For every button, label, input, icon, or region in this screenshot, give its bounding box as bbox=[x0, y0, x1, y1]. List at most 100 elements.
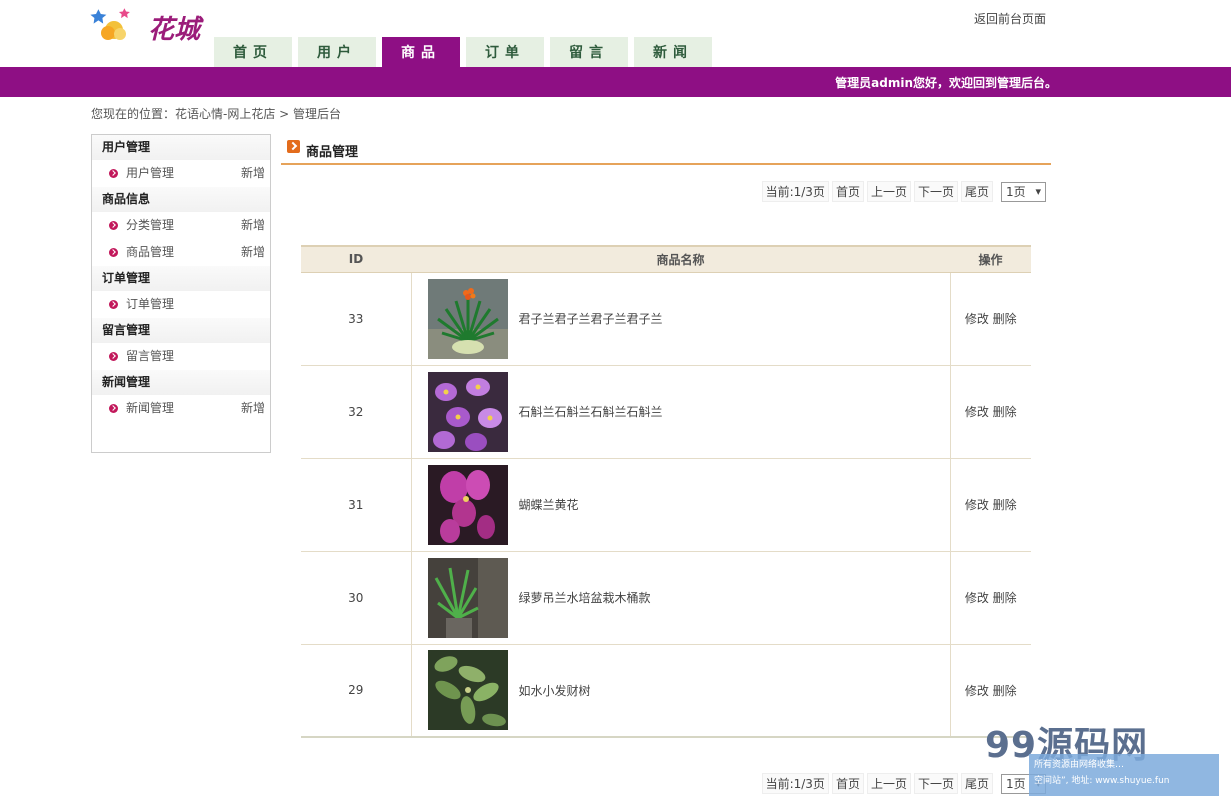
last-page-link[interactable]: 尾页 bbox=[960, 181, 993, 202]
arrow-bullet-icon bbox=[109, 248, 118, 257]
section-arrow-icon bbox=[287, 140, 300, 153]
product-id: 33 bbox=[301, 272, 412, 366]
delete-link[interactable]: 删除 bbox=[993, 405, 1017, 419]
breadcrumb-separator: > bbox=[275, 107, 294, 121]
product-id: 31 bbox=[301, 458, 412, 552]
table-row: 33 君子兰君子兰君子兰君子兰 修改 删除 bbox=[301, 272, 1031, 366]
arrow-bullet-icon bbox=[109, 352, 118, 361]
sidebar-item-product-manage[interactable]: 商品管理 新增 bbox=[92, 239, 270, 266]
product-name: 绿萝吊兰水培盆栽木桶款 bbox=[518, 591, 651, 605]
nav-tab-news[interactable]: 新闻 bbox=[634, 37, 712, 67]
table-row: 32 石斛兰石斛兰石斛兰石斛兰 修改 删除 bbox=[301, 365, 1031, 459]
table-header-row: ID 商品名称 操作 bbox=[301, 245, 1031, 273]
sidebar-item-label[interactable]: 商品管理 bbox=[126, 245, 174, 259]
admin-page: 花城 返回前台页面 首页 用户 商品 订单 留言 新闻 管理员admin您好，欢… bbox=[0, 0, 1231, 800]
prev-page-link[interactable]: 上一页 bbox=[866, 773, 911, 794]
site-logo[interactable]: 花城 bbox=[90, 6, 215, 48]
breadcrumb: 您现在的位置：花语心情-网上花店 > 管理后台 bbox=[91, 105, 341, 122]
main-nav: 首页 用户 商品 订单 留言 新闻 bbox=[214, 37, 718, 67]
edit-link[interactable]: 修改 bbox=[965, 684, 989, 698]
edit-link[interactable]: 修改 bbox=[965, 591, 989, 605]
sidebar-item-label[interactable]: 分类管理 bbox=[126, 218, 174, 232]
edit-link[interactable]: 修改 bbox=[965, 405, 989, 419]
breadcrumb-current: 管理后台 bbox=[293, 107, 342, 121]
row-actions: 修改 删除 bbox=[950, 365, 1031, 459]
product-name: 石斛兰石斛兰石斛兰石斛兰 bbox=[518, 405, 663, 419]
edit-link[interactable]: 修改 bbox=[965, 498, 989, 512]
arrow-bullet-icon bbox=[109, 404, 118, 413]
column-header-actions: 操作 bbox=[950, 245, 1031, 273]
sidebar-group-users: 用户管理 bbox=[92, 135, 270, 160]
column-header-name: 商品名称 bbox=[411, 245, 950, 273]
sidebar-item-news-manage[interactable]: 新闻管理 新增 bbox=[92, 395, 270, 422]
sidebar-item-category-manage[interactable]: 分类管理 新增 bbox=[92, 212, 270, 239]
sidebar-add-category-link[interactable]: 新增 bbox=[241, 212, 265, 239]
sidebar-item-label[interactable]: 新闻管理 bbox=[126, 401, 174, 415]
table-row: 29 如水小发财树 修改 删除 bbox=[301, 644, 1031, 738]
page-indicator: 当前:1/3页 bbox=[761, 181, 829, 202]
sidebar-add-news-link[interactable]: 新增 bbox=[241, 395, 265, 422]
next-page-link[interactable]: 下一页 bbox=[913, 773, 958, 794]
clivia-flower-image bbox=[427, 278, 508, 359]
delete-link[interactable]: 删除 bbox=[993, 684, 1017, 698]
header-banner: 管理员admin您好，欢迎回到管理后台。 bbox=[0, 67, 1231, 97]
nav-tab-users[interactable]: 用户 bbox=[298, 37, 376, 67]
sidebar-group-products: 商品信息 bbox=[92, 187, 270, 212]
watermark-line-1: 所有资源由网络收集… bbox=[1034, 760, 1125, 770]
back-to-frontend-link[interactable]: 返回前台页面 bbox=[974, 10, 1046, 27]
sidebar-item-user-manage[interactable]: 用户管理 新增 bbox=[92, 160, 270, 187]
sidebar-add-user-link[interactable]: 新增 bbox=[241, 160, 265, 187]
page-indicator: 当前:1/3页 bbox=[761, 773, 829, 794]
sidebar-item-label[interactable]: 订单管理 bbox=[126, 297, 174, 311]
watermark-notice: 所有资源由网络收集… 空间站”, 地址: www.shuyue.fun bbox=[1029, 754, 1219, 796]
product-id: 32 bbox=[301, 365, 412, 459]
delete-link[interactable]: 删除 bbox=[993, 498, 1017, 512]
sidebar: 用户管理 用户管理 新增 商品信息 分类管理 新增 商品管理 新增 订单管理 订… bbox=[91, 134, 271, 453]
product-id: 30 bbox=[301, 551, 412, 645]
delete-link[interactable]: 删除 bbox=[993, 591, 1017, 605]
first-page-link[interactable]: 首页 bbox=[831, 773, 864, 794]
watermark-line-2: 空间站”, 地址: www.shuyue.fun bbox=[1034, 776, 1170, 786]
breadcrumb-prefix: 您现在的位置： bbox=[91, 107, 176, 121]
logo-text: 花城 bbox=[148, 15, 204, 45]
nav-tab-messages[interactable]: 留言 bbox=[550, 37, 628, 67]
pagination-top: 当前:1/3页 首页 上一页 下一页 尾页 1页 bbox=[761, 181, 1046, 202]
money-tree-image bbox=[427, 650, 508, 731]
sidebar-item-message-manage[interactable]: 留言管理 bbox=[92, 343, 270, 370]
watermark: 99源码网 所有资源由网络收集… 空间站”, 地址: www.shuyue.fu… bbox=[985, 712, 1225, 800]
product-table: ID 商品名称 操作 33 君子兰君子兰君子兰君子兰 修改 删除 32 石斛兰石… bbox=[301, 245, 1031, 738]
welcome-message: 管理员admin您好，欢迎回到管理后台。 bbox=[835, 76, 1057, 90]
edit-link[interactable]: 修改 bbox=[965, 312, 989, 326]
arrow-bullet-icon bbox=[109, 221, 118, 230]
next-page-link[interactable]: 下一页 bbox=[913, 181, 958, 202]
product-name: 蝴蝶兰黄花 bbox=[518, 498, 579, 512]
product-name: 君子兰君子兰君子兰君子兰 bbox=[518, 312, 663, 326]
delete-link[interactable]: 删除 bbox=[993, 312, 1017, 326]
nav-tab-orders[interactable]: 订单 bbox=[466, 37, 544, 67]
column-header-id: ID bbox=[301, 245, 411, 273]
spider-plant-image bbox=[427, 557, 508, 638]
sidebar-item-label[interactable]: 用户管理 bbox=[126, 166, 174, 180]
arrow-bullet-icon bbox=[109, 300, 118, 309]
sidebar-add-product-link[interactable]: 新增 bbox=[241, 239, 265, 266]
row-actions: 修改 删除 bbox=[950, 272, 1031, 366]
row-actions: 修改 删除 bbox=[950, 458, 1031, 552]
prev-page-link[interactable]: 上一页 bbox=[866, 181, 911, 202]
table-row: 31 蝴蝶兰黄花 修改 删除 bbox=[301, 458, 1031, 552]
arrow-bullet-icon bbox=[109, 169, 118, 178]
phalaenopsis-flower-image bbox=[427, 464, 508, 545]
row-actions: 修改 删除 bbox=[950, 551, 1031, 645]
sidebar-group-messages: 留言管理 bbox=[92, 318, 270, 343]
page-select[interactable]: 1页 bbox=[1001, 181, 1046, 202]
product-id: 29 bbox=[301, 644, 412, 738]
sidebar-item-label[interactable]: 留言管理 bbox=[126, 349, 174, 363]
page-title: 商品管理 bbox=[306, 145, 359, 160]
breadcrumb-site-link[interactable]: 花语心情-网上花店 bbox=[175, 107, 275, 121]
first-page-link[interactable]: 首页 bbox=[831, 181, 864, 202]
nav-tab-home[interactable]: 首页 bbox=[214, 37, 292, 67]
sidebar-item-order-manage[interactable]: 订单管理 bbox=[92, 291, 270, 318]
orchid-flower-image bbox=[427, 371, 508, 452]
nav-tab-products[interactable]: 商品 bbox=[382, 37, 460, 67]
product-name: 如水小发财树 bbox=[518, 683, 591, 698]
table-row: 30 绿萝吊兰水培盆栽木桶款 修改 删除 bbox=[301, 551, 1031, 645]
